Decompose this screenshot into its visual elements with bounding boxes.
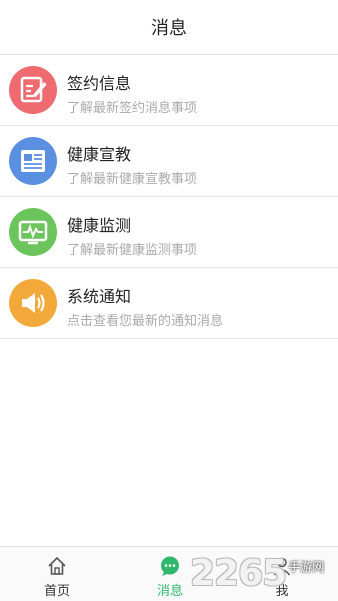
monitor-icon: [9, 208, 57, 256]
message-title: 系统通知: [67, 287, 132, 306]
message-title: 健康监测: [67, 216, 132, 235]
page-title: 消息: [151, 18, 187, 39]
home-icon: [46, 555, 68, 577]
speaker-icon: [9, 279, 57, 327]
user-icon: [271, 555, 293, 577]
message-subtitle: 点击查看您最新的通知消息: [67, 314, 224, 329]
message-list: 签约信息 了解最新签约消息事项 健康宣教 了解最新健康宣教事项 健康监测 了解最…: [0, 55, 338, 339]
message-title: 签约信息: [67, 74, 132, 93]
tab-label: 首页: [43, 584, 70, 599]
chat-bubble-icon: [159, 555, 181, 577]
message-subtitle: 了解最新签约消息事项: [67, 101, 198, 116]
message-item-monitoring[interactable]: 健康监测 了解最新健康监测事项: [0, 197, 338, 268]
newspaper-icon: [9, 137, 57, 185]
tab-home[interactable]: 首页: [1, 547, 113, 601]
top-bar: 消息: [0, 0, 338, 55]
message-item-sign[interactable]: 签约信息 了解最新签约消息事项: [0, 55, 338, 126]
sign-contract-icon: [9, 66, 57, 114]
message-title: 健康宣教: [67, 145, 132, 164]
message-subtitle: 了解最新健康监测事项: [67, 243, 198, 258]
tab-messages[interactable]: 消息: [114, 547, 226, 601]
tab-label: 我: [275, 584, 289, 599]
message-item-system[interactable]: 系统通知 点击查看您最新的通知消息: [0, 268, 338, 339]
bottom-tab-bar: 首页 消息 我: [0, 546, 338, 601]
message-subtitle: 了解最新健康宣教事项: [67, 172, 198, 187]
message-item-education[interactable]: 健康宣教 了解最新健康宣教事项: [0, 126, 338, 197]
tab-me[interactable]: 我: [226, 547, 338, 601]
tab-label: 消息: [156, 584, 183, 599]
